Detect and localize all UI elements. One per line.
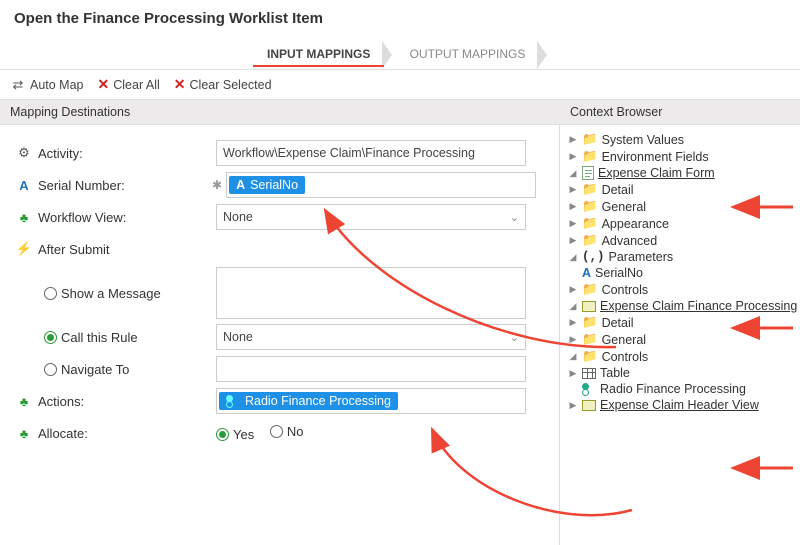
- allocate-yes-radio[interactable]: Yes: [216, 427, 254, 442]
- tree-radio-finance-processing[interactable]: Radio Finance Processing: [568, 382, 798, 396]
- folder-icon: 📁: [582, 149, 598, 164]
- view-icon: [582, 400, 596, 411]
- text-type-icon: A: [236, 178, 245, 192]
- chevron-down-icon: ⌄: [510, 331, 519, 344]
- bolt-icon: ⚡: [16, 241, 32, 257]
- workflow-icon: ♣: [16, 209, 32, 225]
- tree-fin-general[interactable]: ▶📁General: [568, 332, 798, 347]
- folder-icon: 📁: [582, 233, 598, 248]
- tree-parameters[interactable]: ◢(,)Parameters: [568, 250, 798, 264]
- folder-icon: 📁: [582, 315, 598, 330]
- view-icon: [582, 301, 596, 312]
- workflow-view-label: Workflow View:: [38, 210, 126, 225]
- after-submit-label: After Submit: [38, 242, 110, 257]
- navigate-to-radio[interactable]: Navigate To: [44, 362, 129, 377]
- actions-label: Actions:: [38, 394, 84, 409]
- tree-detail[interactable]: ▶📁Detail: [568, 182, 798, 197]
- tree-fin-controls[interactable]: ◢📁Controls: [568, 349, 798, 364]
- clear-icon: ✕: [174, 76, 186, 93]
- serial-number-input[interactable]: ASerialNo: [226, 172, 536, 198]
- tree-general[interactable]: ▶📁General: [568, 199, 798, 214]
- dialog-title: Open the Finance Processing Worklist Ite…: [0, 0, 800, 35]
- required-icon: ✱: [212, 178, 222, 192]
- automap-icon: ⇄: [10, 77, 26, 93]
- text-type-icon: A: [16, 177, 32, 193]
- parameters-icon: (,): [582, 250, 605, 264]
- tree-finance-processing-view[interactable]: ◢Expense Claim Finance Processing: [568, 299, 798, 313]
- workflow-icon: ♣: [16, 393, 32, 409]
- activity-label: Activity:: [38, 146, 83, 161]
- mapping-tabs: INPUT MAPPINGS OUTPUT MAPPINGS: [0, 35, 800, 69]
- radio-control-icon: [226, 396, 240, 406]
- workflow-view-select[interactable]: None⌄: [216, 204, 526, 230]
- tree-serialno[interactable]: ASerialNo: [568, 266, 798, 280]
- folder-icon: 📁: [582, 132, 598, 147]
- context-browser-header: Context Browser: [560, 100, 800, 124]
- radio-control-icon: [582, 384, 596, 394]
- allocate-label: Allocate:: [38, 426, 88, 441]
- actions-chip[interactable]: Radio Finance Processing: [219, 392, 398, 410]
- tree-controls[interactable]: ▶📁Controls: [568, 282, 798, 297]
- actions-input[interactable]: Radio Finance Processing: [216, 388, 526, 414]
- tab-input-mappings[interactable]: INPUT MAPPINGS: [253, 42, 384, 65]
- gear-icon: ⚙: [16, 145, 32, 161]
- text-type-icon: A: [582, 266, 591, 280]
- context-browser-pane: ▶📁System Values ▶📁Environment Fields ◢Ex…: [560, 125, 800, 545]
- tree-expense-claim-header-view[interactable]: ▶Expense Claim Header View: [568, 398, 798, 412]
- allocate-no-radio[interactable]: No: [270, 424, 304, 439]
- tree-table-control[interactable]: ▶Table: [568, 366, 798, 380]
- clear-icon: ✕: [98, 76, 110, 93]
- form-icon: [582, 166, 594, 180]
- folder-icon: 📁: [582, 216, 598, 231]
- folder-icon: 📁: [582, 282, 598, 297]
- tree-expense-claim-form[interactable]: ◢Expense Claim Form: [568, 166, 798, 180]
- tree-fin-detail[interactable]: ▶📁Detail: [568, 315, 798, 330]
- mapping-destinations-pane: ⚙ Activity: Workflow\Expense Claim\Financ…: [0, 125, 560, 545]
- folder-icon: 📁: [582, 199, 598, 214]
- tree-environment-fields[interactable]: ▶📁Environment Fields: [568, 149, 798, 164]
- clear-all-button[interactable]: ✕Clear All: [98, 76, 160, 93]
- toolbar: ⇄Auto Map ✕Clear All ✕Clear Selected: [0, 69, 800, 100]
- workflow-icon: ♣: [16, 425, 32, 441]
- tree-advanced[interactable]: ▶📁Advanced: [568, 233, 798, 248]
- show-message-radio[interactable]: Show a Message: [44, 286, 161, 301]
- serialno-chip[interactable]: ASerialNo: [229, 176, 305, 194]
- tab-output-mappings[interactable]: OUTPUT MAPPINGS: [396, 42, 540, 65]
- mapping-destinations-header: Mapping Destinations: [0, 100, 560, 124]
- clear-selected-button[interactable]: ✕Clear Selected: [174, 76, 272, 93]
- serial-number-label: Serial Number:: [38, 178, 125, 193]
- tree-system-values[interactable]: ▶📁System Values: [568, 132, 798, 147]
- activity-input[interactable]: Workflow\Expense Claim\Finance Processin…: [216, 140, 526, 166]
- call-rule-radio[interactable]: Call this Rule: [44, 330, 138, 345]
- auto-map-button[interactable]: ⇄Auto Map: [10, 77, 84, 93]
- chevron-down-icon: ⌄: [510, 211, 519, 224]
- table-icon: [582, 368, 596, 379]
- folder-icon: 📁: [582, 182, 598, 197]
- folder-icon: 📁: [582, 332, 598, 347]
- tree-appearance[interactable]: ▶📁Appearance: [568, 216, 798, 231]
- call-rule-select[interactable]: None⌄: [216, 324, 526, 350]
- section-headers: Mapping Destinations Context Browser: [0, 100, 800, 125]
- show-message-input[interactable]: [216, 267, 526, 319]
- folder-icon: 📁: [582, 349, 598, 364]
- navigate-to-input[interactable]: [216, 356, 526, 382]
